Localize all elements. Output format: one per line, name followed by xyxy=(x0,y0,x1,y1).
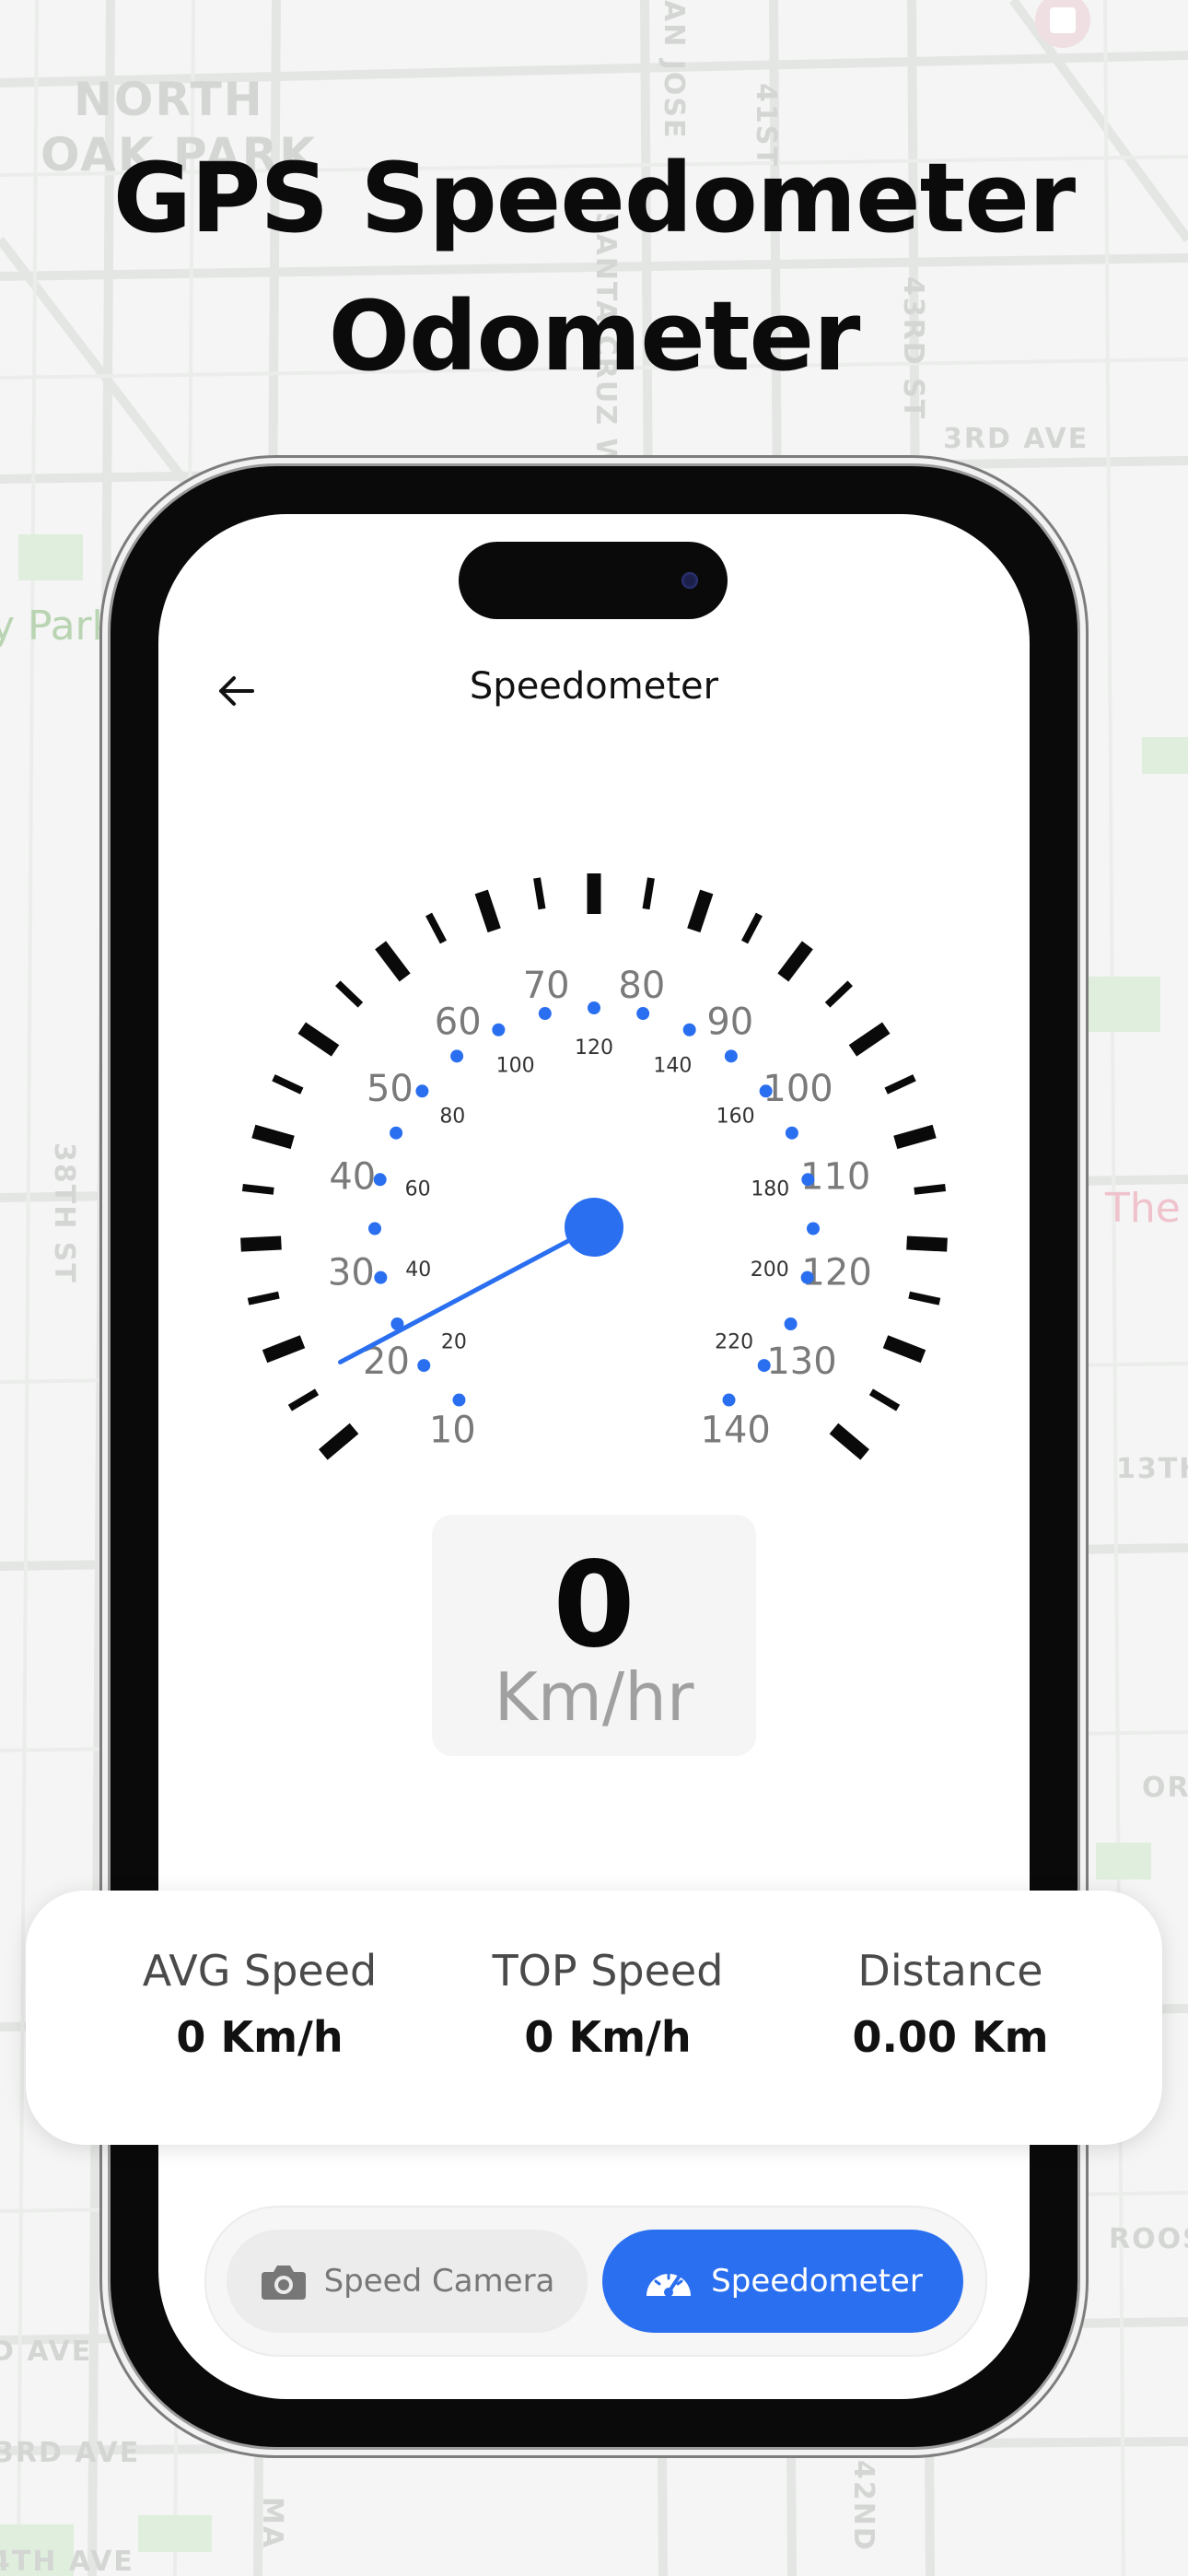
gauge-dot xyxy=(368,1222,382,1235)
gauge-dot xyxy=(759,1084,773,1098)
camera-icon xyxy=(261,2266,306,2300)
gauge-tick xyxy=(884,1074,916,1095)
gauge-dot xyxy=(806,1222,820,1235)
nav-speedometer[interactable]: Speedometer xyxy=(602,2230,963,2333)
gauge-outer-label: 90 xyxy=(706,1001,753,1043)
gauge-inner-label: 60 xyxy=(405,1177,431,1200)
gauge-dot xyxy=(636,1007,650,1021)
gauge-inner-label: 200 xyxy=(751,1259,789,1282)
gauge-dot xyxy=(800,1270,814,1284)
distance-value: 0.00 Km xyxy=(852,2012,1049,2062)
gauge-dot xyxy=(801,1173,815,1187)
top-speed-value: 0 Km/h xyxy=(524,2012,692,2062)
gauge-tick xyxy=(319,1423,359,1460)
gauge-inner-label: 220 xyxy=(715,1331,753,1354)
gauge-dot xyxy=(588,1001,600,1014)
speed-readout: 0 Km/hr xyxy=(432,1515,756,1756)
stats-card: AVG Speed 0 Km/h TOP Speed 0 Km/h Distan… xyxy=(26,1891,1162,2145)
gauge-tick xyxy=(375,941,411,982)
gauge-outer-label: 70 xyxy=(523,965,570,1007)
gauge-dot xyxy=(757,1359,771,1373)
stat-distance: Distance 0.00 Km xyxy=(766,1946,1135,2062)
gauge-outer-label: 10 xyxy=(429,1410,476,1452)
gauge-tick xyxy=(642,877,655,910)
gauge-outer-label: 80 xyxy=(618,965,665,1007)
gauge-inner-label: 40 xyxy=(405,1259,431,1282)
gauge-tick xyxy=(777,941,813,982)
gauge-tick xyxy=(906,1235,948,1252)
gauge-tick xyxy=(297,1022,340,1057)
gauge-tick xyxy=(893,1124,937,1150)
gauge-tick xyxy=(829,1423,869,1460)
avg-speed-label: AVG Speed xyxy=(142,1946,378,1996)
gauge-dot xyxy=(538,1007,552,1021)
gauge-outer-label: 130 xyxy=(766,1341,836,1383)
gauge-tick xyxy=(335,980,364,1008)
gauge-tick xyxy=(425,912,447,944)
gauge-dot xyxy=(724,1049,738,1063)
gauge-needle xyxy=(338,1224,597,1364)
gauge-dot xyxy=(492,1023,506,1036)
speed-unit: Km/hr xyxy=(494,1658,694,1736)
gauge-tick xyxy=(687,889,714,933)
gauge-dot xyxy=(415,1084,429,1098)
gauge-tick xyxy=(914,1184,947,1195)
speed-value: 0 xyxy=(553,1537,635,1674)
nav-speedometer-label: Speedometer xyxy=(711,2263,923,2300)
gauge-outer-label: 60 xyxy=(435,1001,482,1043)
gauge-outer-label: 30 xyxy=(328,1251,375,1294)
gauge-inner-label: 120 xyxy=(575,1036,613,1060)
nav-speed-camera-label: Speed Camera xyxy=(323,2263,555,2300)
gauge-outer-label: 50 xyxy=(367,1068,413,1110)
gauge-outer-label: 100 xyxy=(763,1068,833,1110)
gauge-dot xyxy=(450,1049,464,1063)
gauge-inner-label: 20 xyxy=(441,1331,467,1354)
gauge-tick xyxy=(474,889,501,933)
gauge-tick xyxy=(882,1335,926,1364)
gauge-tick xyxy=(741,912,763,944)
gauge-dot xyxy=(373,1173,387,1187)
top-speed-label: TOP Speed xyxy=(492,1946,724,1996)
distance-label: Distance xyxy=(857,1946,1043,1996)
gauge-dot xyxy=(785,1126,798,1140)
gauge-tick xyxy=(868,1388,901,1411)
gauge-inner-label: 180 xyxy=(751,1177,789,1200)
gauge-tick xyxy=(241,1184,274,1195)
gauge-dot xyxy=(784,1317,798,1331)
gauge-outer-label: 120 xyxy=(801,1251,871,1294)
gauge-dot xyxy=(417,1359,431,1373)
gauge-dot xyxy=(682,1023,696,1036)
avg-speed-value: 0 Km/h xyxy=(176,2012,344,2062)
gauge-tick xyxy=(240,1235,282,1252)
gauge-dot xyxy=(452,1393,466,1407)
gauge-outer-label: 140 xyxy=(701,1410,771,1452)
nav-speed-camera[interactable]: Speed Camera xyxy=(227,2230,588,2333)
speedometer-gauge: 10203040506070 8090100110120130140 204060… xyxy=(240,873,948,1460)
speedometer-icon xyxy=(646,2272,692,2297)
gauge-tick xyxy=(247,1291,280,1306)
gauge-tick xyxy=(533,877,546,910)
bottom-nav: Speed Camera Speedometer xyxy=(204,2206,987,2357)
gauge-dot xyxy=(390,1126,403,1140)
gauge-inner-scale: 20 40 60 80 100 120 140 160 180 200 220 xyxy=(405,1036,790,1354)
gauge-tick xyxy=(287,1388,320,1411)
gauge-tick xyxy=(908,1291,941,1306)
gauge-inner-label: 80 xyxy=(439,1105,465,1128)
gauge-dot xyxy=(374,1270,388,1284)
gauge-tick xyxy=(824,980,853,1008)
gauge-tick xyxy=(262,1335,306,1364)
gauge-inner-label: 140 xyxy=(653,1055,692,1078)
gauge-tick xyxy=(272,1074,304,1095)
gauge-outer-label: 40 xyxy=(329,1156,376,1199)
gauge-inner-label: 100 xyxy=(496,1055,535,1078)
stat-top-speed: TOP Speed 0 Km/h xyxy=(424,1946,792,2062)
gauge-tick xyxy=(251,1124,295,1150)
stat-avg-speed: AVG Speed 0 Km/h xyxy=(76,1946,444,2062)
gauge-hub xyxy=(565,1198,623,1257)
gauge-inner-label: 160 xyxy=(716,1105,755,1128)
gauge-tick xyxy=(848,1022,891,1057)
gauge-dot xyxy=(722,1393,736,1407)
